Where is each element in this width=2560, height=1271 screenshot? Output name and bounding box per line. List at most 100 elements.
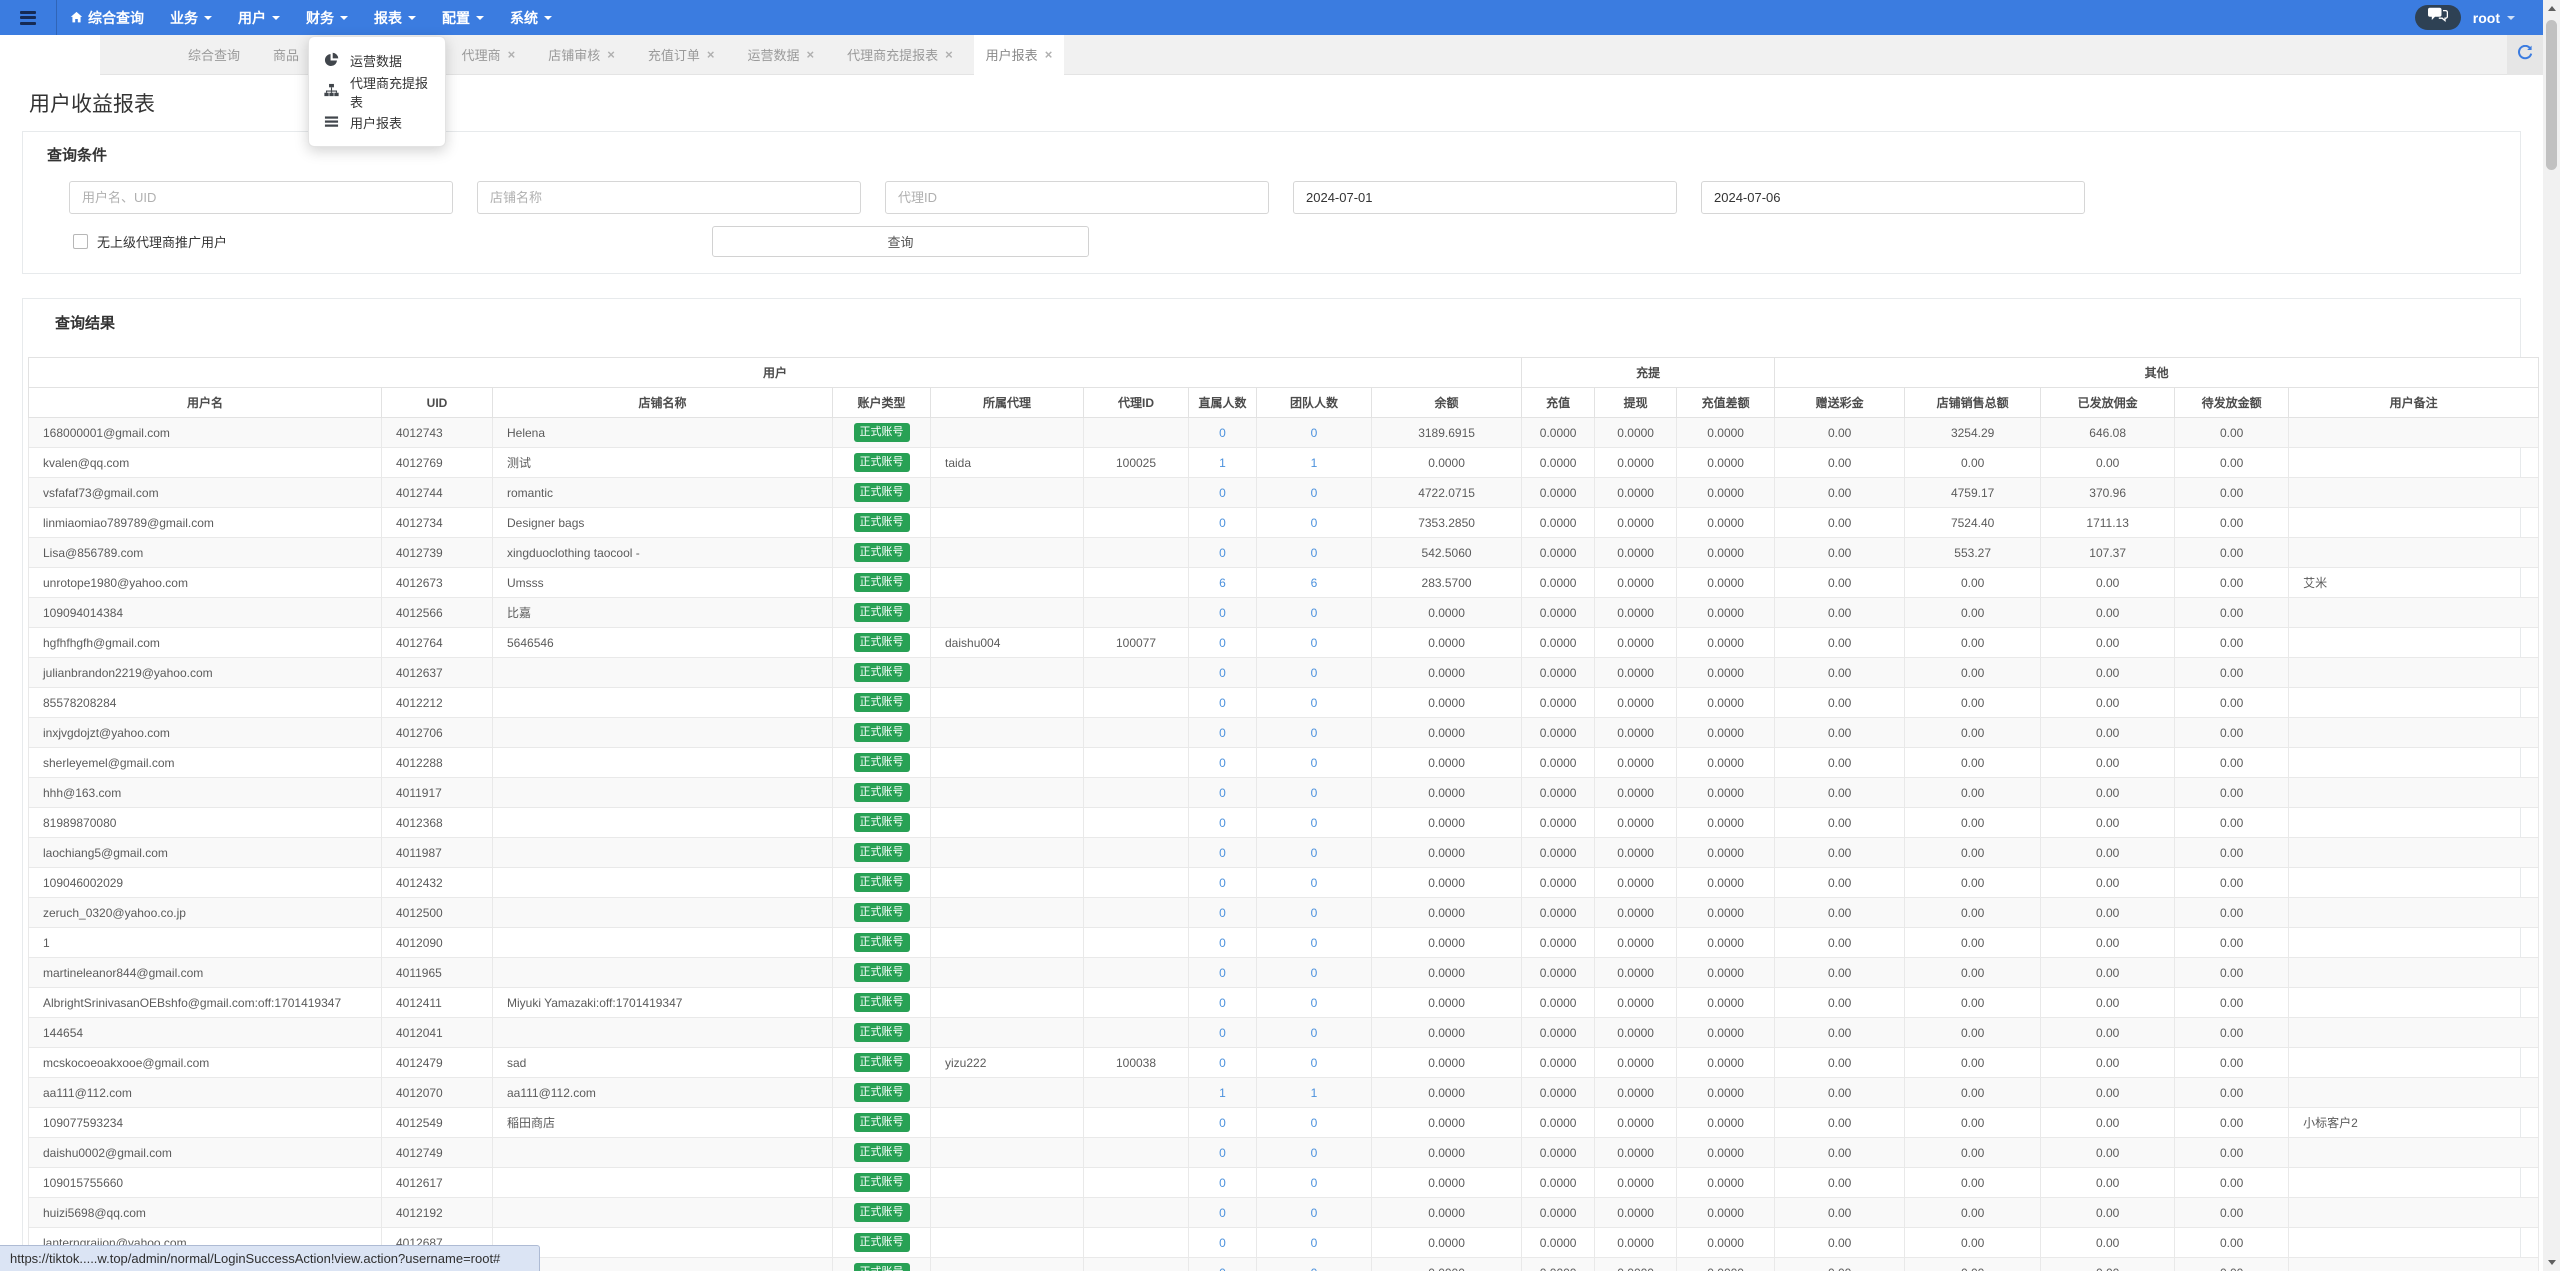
- cell-team-count[interactable]: 0: [1256, 1257, 1372, 1271]
- tab-operation-data[interactable]: 运营数据 ×: [747, 35, 814, 75]
- cell-direct-count[interactable]: 1: [1188, 447, 1257, 478]
- nav-menu-item-finance[interactable]: 财务: [293, 0, 361, 35]
- cell-direct-count[interactable]: 0: [1188, 867, 1257, 898]
- refresh-button[interactable]: [2507, 35, 2543, 75]
- cell-direct-count[interactable]: 0: [1188, 957, 1257, 988]
- cell-direct-count[interactable]: 0: [1188, 927, 1257, 958]
- cell-team-count[interactable]: 0: [1256, 1167, 1372, 1198]
- scroll-down-arrow-icon[interactable]: [2543, 1254, 2560, 1271]
- cell-direct-count[interactable]: 0: [1188, 1137, 1257, 1168]
- chat-button[interactable]: [2414, 5, 2461, 30]
- nav-menu-item-config[interactable]: 配置: [429, 0, 497, 35]
- cell-team-count[interactable]: 0: [1256, 537, 1372, 568]
- tab-close-icon[interactable]: ×: [508, 47, 516, 62]
- cell-team-count[interactable]: 0: [1256, 957, 1372, 988]
- cell-direct-count[interactable]: 0: [1188, 1107, 1257, 1138]
- agent-id-input[interactable]: [885, 181, 1269, 214]
- cell-team-count[interactable]: 0: [1256, 837, 1372, 868]
- cell-direct-count[interactable]: 0: [1188, 537, 1257, 568]
- cell-direct-count[interactable]: 1: [1188, 1077, 1257, 1108]
- cell-direct-count[interactable]: 0: [1188, 1167, 1257, 1198]
- cell-team-count[interactable]: 0: [1256, 507, 1372, 538]
- cell-direct-count[interactable]: 0: [1188, 477, 1257, 508]
- scrollbar-thumb[interactable]: [2546, 20, 2557, 170]
- cell-direct-count[interactable]: 0: [1188, 597, 1257, 628]
- cell-direct-count[interactable]: 0: [1188, 1017, 1257, 1048]
- nav-menu-item-report[interactable]: 报表: [361, 0, 429, 35]
- shop-name-input[interactable]: [477, 181, 861, 214]
- cell-team-count[interactable]: 0: [1256, 657, 1372, 688]
- tab-shop-audit[interactable]: 店铺审核 ×: [548, 35, 615, 75]
- date-from-input[interactable]: [1293, 181, 1677, 214]
- cell-direct-count[interactable]: 0: [1188, 1197, 1257, 1228]
- cell-team-count[interactable]: 1: [1256, 1077, 1372, 1108]
- cell-team-count[interactable]: 0: [1256, 897, 1372, 928]
- cell-team-count[interactable]: 0: [1256, 597, 1372, 628]
- user-menu[interactable]: root: [2473, 10, 2515, 26]
- cell-recharge-diff: 0.0000: [1676, 597, 1776, 628]
- nav-menu-item-user[interactable]: 用户: [225, 0, 293, 35]
- cell-direct-count[interactable]: 0: [1188, 1227, 1257, 1258]
- no-upper-agent-checkbox[interactable]: [73, 234, 88, 249]
- cell-team-count[interactable]: 0: [1256, 987, 1372, 1018]
- tab-label: 用户报表: [985, 48, 1038, 63]
- cell-direct-count[interactable]: 0: [1188, 507, 1257, 538]
- cell-direct-count[interactable]: 0: [1188, 987, 1257, 1018]
- cell-direct-count[interactable]: 0: [1188, 1257, 1257, 1271]
- tab-close-icon[interactable]: ×: [945, 47, 953, 62]
- cell-team-count[interactable]: 6: [1256, 567, 1372, 598]
- cell-team-count[interactable]: 0: [1256, 627, 1372, 658]
- cell-direct-count[interactable]: 0: [1188, 657, 1257, 688]
- cell-remark: [2288, 927, 2540, 958]
- dropdown-item-operation-data[interactable]: 运营数据: [309, 45, 445, 76]
- tab-recharge-order[interactable]: 充值订单 ×: [648, 35, 715, 75]
- cell-team-count[interactable]: 0: [1256, 867, 1372, 898]
- cell-team-count[interactable]: 0: [1256, 477, 1372, 508]
- cell-team-count[interactable]: 0: [1256, 1227, 1372, 1258]
- cell-direct-count[interactable]: 0: [1188, 747, 1257, 778]
- cell-team-count[interactable]: 0: [1256, 417, 1372, 448]
- cell-team-count[interactable]: 0: [1256, 747, 1372, 778]
- cell-direct-count[interactable]: 0: [1188, 717, 1257, 748]
- tab-close-icon[interactable]: ×: [707, 47, 715, 62]
- cell-team-count[interactable]: 0: [1256, 687, 1372, 718]
- scroll-up-arrow-icon[interactable]: [2543, 0, 2560, 17]
- cell-direct-count[interactable]: 0: [1188, 897, 1257, 928]
- vertical-scrollbar[interactable]: [2543, 0, 2560, 1271]
- tab-home-query[interactable]: 综合查询: [188, 35, 240, 75]
- search-button[interactable]: 查询: [712, 226, 1089, 257]
- cell-team-count[interactable]: 0: [1256, 1197, 1372, 1228]
- cell-direct-count[interactable]: 0: [1188, 1047, 1257, 1078]
- tab-agent[interactable]: 代理商 ×: [462, 35, 516, 75]
- cell-team-count[interactable]: 0: [1256, 1017, 1372, 1048]
- cell-direct-count[interactable]: 0: [1188, 807, 1257, 838]
- tab-close-icon[interactable]: ×: [806, 47, 814, 62]
- cell-team-count[interactable]: 0: [1256, 717, 1372, 748]
- tab-close-icon[interactable]: ×: [607, 47, 615, 62]
- cell-team-count[interactable]: 0: [1256, 927, 1372, 958]
- cell-username: julianbrandon2219@yahoo.com: [28, 657, 382, 688]
- cell-team-count[interactable]: 0: [1256, 1137, 1372, 1168]
- username-uid-input[interactable]: [69, 181, 453, 214]
- cell-direct-count[interactable]: 0: [1188, 777, 1257, 808]
- tab-user-report[interactable]: 用户报表 ×: [973, 34, 1065, 75]
- cell-direct-count[interactable]: 0: [1188, 627, 1257, 658]
- cell-direct-count[interactable]: 0: [1188, 837, 1257, 868]
- cell-team-count[interactable]: 0: [1256, 1107, 1372, 1138]
- dropdown-item-agent-recharge-report[interactable]: 代理商充提报表: [309, 76, 445, 110]
- cell-direct-count[interactable]: 0: [1188, 687, 1257, 718]
- cell-team-count[interactable]: 0: [1256, 807, 1372, 838]
- nav-menu-item-business[interactable]: 业务: [157, 0, 225, 35]
- cell-team-count[interactable]: 1: [1256, 447, 1372, 478]
- cell-direct-count[interactable]: 6: [1188, 567, 1257, 598]
- date-to-input[interactable]: [1701, 181, 2085, 214]
- tab-close-icon[interactable]: ×: [1045, 47, 1053, 62]
- dropdown-item-user-report[interactable]: 用户报表: [309, 107, 445, 138]
- nav-menu-item-home-query[interactable]: 综合查询: [57, 0, 157, 35]
- hamburger-menu-icon[interactable]: [20, 10, 36, 25]
- cell-direct-count[interactable]: 0: [1188, 417, 1257, 448]
- nav-menu-item-system[interactable]: 系统: [497, 0, 565, 35]
- tab-agent-recharge-report[interactable]: 代理商充提报表 ×: [847, 35, 953, 75]
- cell-team-count[interactable]: 0: [1256, 777, 1372, 808]
- cell-team-count[interactable]: 0: [1256, 1047, 1372, 1078]
